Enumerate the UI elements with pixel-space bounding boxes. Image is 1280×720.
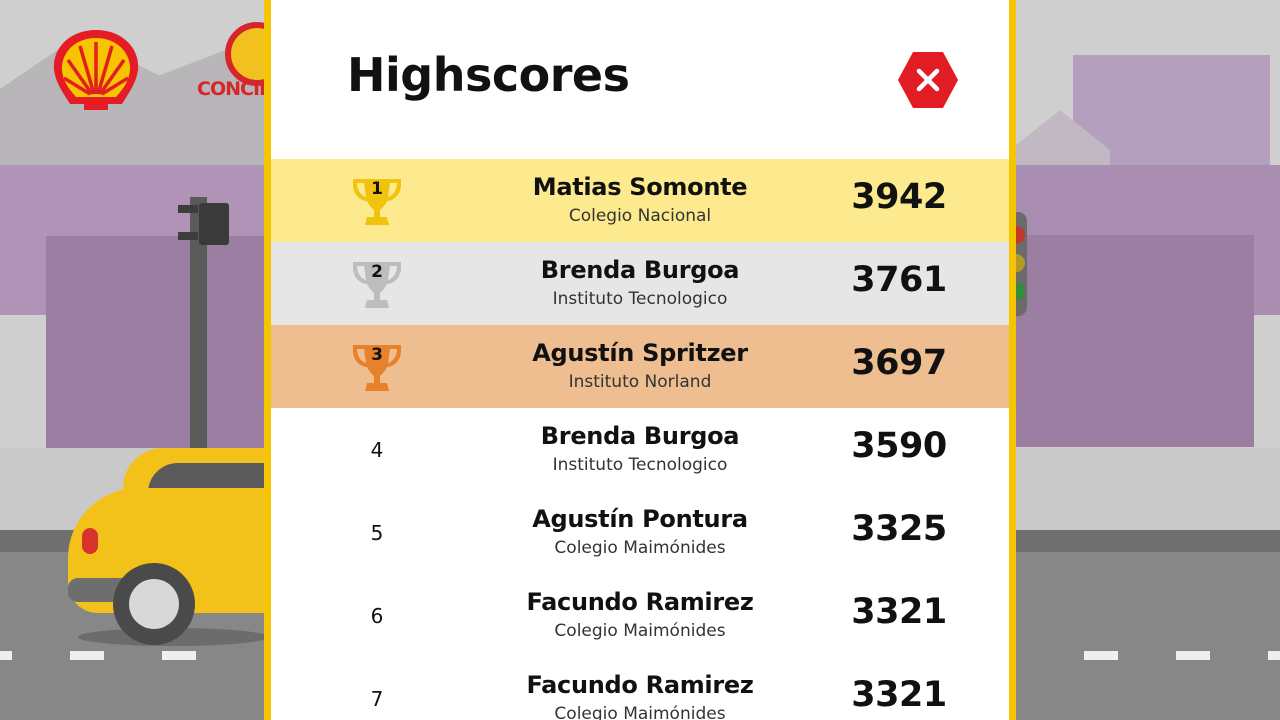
- rank-cell: 2: [347, 256, 407, 312]
- player-name: Matias Somonte: [532, 173, 748, 201]
- rank-cell: 3: [347, 339, 407, 395]
- rank-cell: 5: [347, 505, 407, 561]
- player-name: Brenda Burgoa: [540, 256, 740, 284]
- player-score: 3325: [851, 509, 947, 549]
- concien-via-logo: CONCIEN VIA: [197, 22, 267, 122]
- table-row: 7 Facundo Ramirez Colegio Maimónides 332…: [271, 657, 1009, 720]
- player-score: 3590: [851, 426, 947, 466]
- player-school: Colegio Nacional: [568, 206, 712, 226]
- player-info: Brenda Burgoa Instituto Tecnologico: [490, 420, 790, 478]
- lane-marking: [162, 651, 196, 660]
- player-info: Matias Somonte Colegio Nacional: [490, 171, 790, 229]
- player-info: Facundo Ramirez Colegio Maimónides: [490, 669, 790, 720]
- rank-number: 3: [371, 345, 383, 365]
- lane-marking: [70, 651, 104, 660]
- rank-cell: 7: [347, 671, 407, 720]
- table-row: 2 Brenda Burgoa Instituto Tecnologico 37…: [271, 242, 1009, 325]
- player-score: 3942: [851, 177, 947, 217]
- table-row: 4 Brenda Burgoa Instituto Tecnologico 35…: [271, 408, 1009, 491]
- player-school: Colegio Maimónides: [554, 704, 726, 720]
- player-score: 3321: [851, 592, 947, 632]
- highscores-modal: Highscores 1 Matias Somonte Colegio Naci…: [264, 0, 1016, 720]
- player-school: Instituto Tecnologico: [552, 455, 728, 475]
- table-row: 3 Agustín Spritzer Instituto Norland 369…: [271, 325, 1009, 408]
- rank-number: 5: [370, 521, 384, 545]
- building: [46, 236, 265, 448]
- table-row: 5 Agustín Pontura Colegio Maimónides 332…: [271, 491, 1009, 574]
- modal-title: Highscores: [347, 48, 630, 102]
- utility-pole-box: [199, 203, 229, 245]
- player-score: 3697: [851, 343, 947, 383]
- utility-pole-arm: [178, 205, 198, 213]
- lane-marking: [1176, 651, 1210, 660]
- rank-number: 7: [370, 687, 384, 711]
- player-score: 3321: [851, 675, 947, 715]
- player-info: Facundo Ramirez Colegio Maimónides: [490, 586, 790, 644]
- rank-number: 2: [371, 262, 383, 282]
- rank-number: 4: [370, 438, 384, 462]
- rank-cell: 6: [347, 588, 407, 644]
- player-school: Instituto Norland: [568, 372, 712, 392]
- player-info: Agustín Spritzer Instituto Norland: [490, 337, 790, 395]
- yellow-car: [68, 448, 268, 648]
- rank-cell: 1: [347, 173, 407, 229]
- table-row: 6 Facundo Ramirez Colegio Maimónides 332…: [271, 574, 1009, 657]
- lane-marking: [1084, 651, 1118, 660]
- player-score: 3761: [851, 260, 947, 300]
- scores-table: 1 Matias Somonte Colegio Nacional 3942 2…: [271, 159, 1009, 720]
- player-school: Colegio Maimónides: [554, 621, 726, 641]
- player-name: Brenda Burgoa: [540, 422, 740, 450]
- player-name: Agustín Pontura: [532, 505, 748, 533]
- player-name: Facundo Ramirez: [526, 671, 754, 699]
- close-icon: [916, 68, 940, 92]
- building: [1010, 235, 1254, 447]
- rank-cell: 4: [347, 422, 407, 478]
- lane-marking: [0, 651, 12, 660]
- player-name: Facundo Ramirez: [526, 588, 754, 616]
- player-school: Colegio Maimónides: [554, 538, 726, 558]
- rank-number: 6: [370, 604, 384, 628]
- utility-pole-arm: [178, 232, 198, 240]
- player-info: Brenda Burgoa Instituto Tecnologico: [490, 254, 790, 312]
- player-info: Agustín Pontura Colegio Maimónides: [490, 503, 790, 561]
- shell-logo-icon: [50, 26, 142, 112]
- table-row: 1 Matias Somonte Colegio Nacional 3942: [271, 159, 1009, 242]
- player-school: Instituto Tecnologico: [552, 289, 728, 309]
- rank-number: 1: [371, 179, 383, 199]
- close-button[interactable]: [898, 52, 958, 108]
- player-name: Agustín Spritzer: [532, 339, 748, 367]
- lane-marking: [1268, 651, 1280, 660]
